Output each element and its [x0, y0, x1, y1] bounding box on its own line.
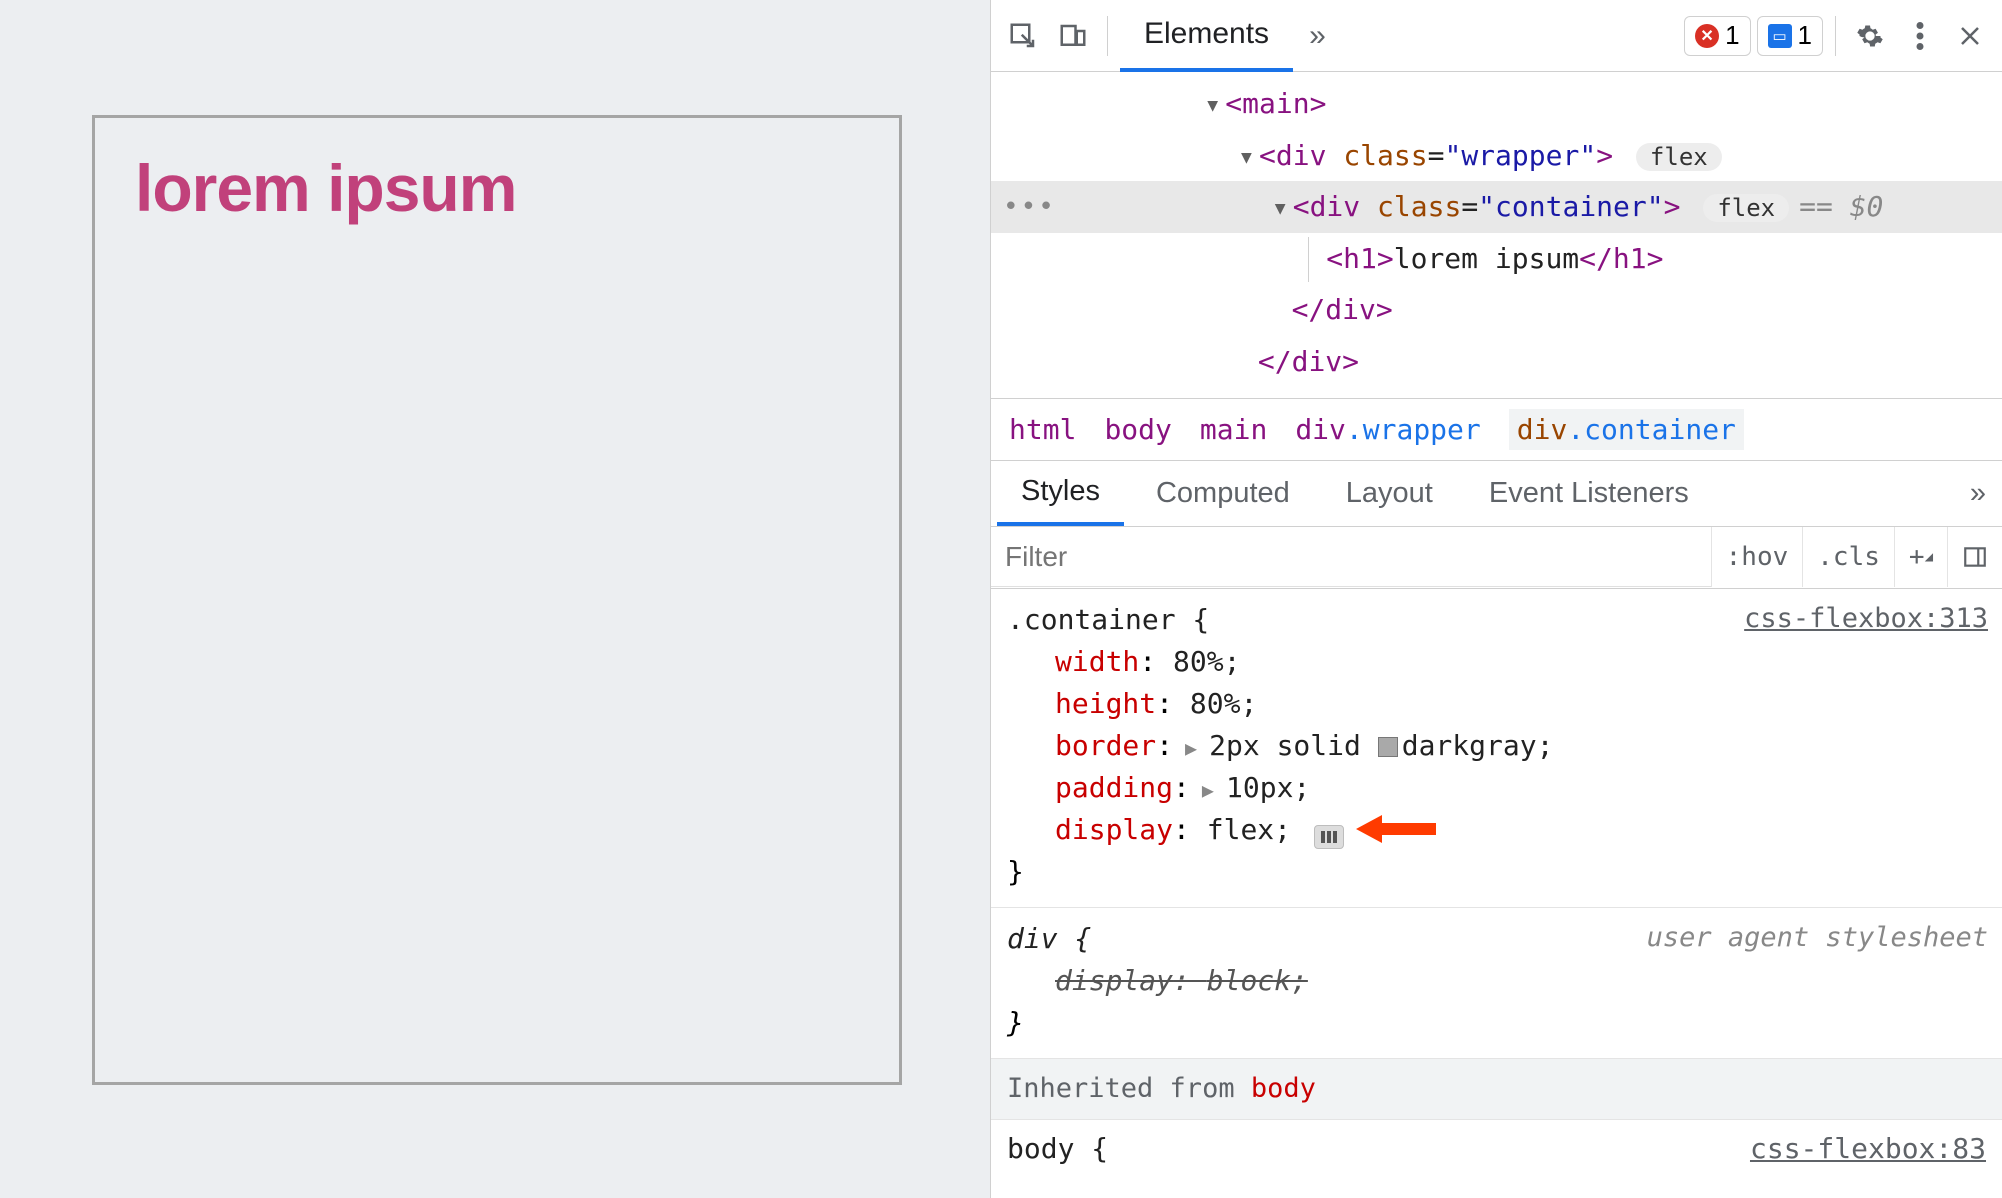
crumb-container[interactable]: div.container [1509, 409, 1744, 450]
dom-node-container[interactable]: ••• ▼<div class="container"> flex== $0 [991, 181, 2002, 233]
page-viewport: lorem ipsum [0, 0, 990, 1198]
crumb-html[interactable]: html [1009, 413, 1076, 446]
dom-close-wrapper[interactable]: </div> [991, 336, 2002, 388]
chevron-right-icon[interactable]: ▶ [1190, 778, 1226, 802]
crumb-main[interactable]: main [1200, 413, 1267, 446]
rule-container[interactable]: .container { css-flexbox:313 width: 80%;… [991, 589, 2002, 908]
message-icon: ▭ [1768, 24, 1792, 48]
rule-body-peek[interactable]: body { css-flexbox:83 [991, 1120, 2002, 1170]
inspect-icon[interactable] [1001, 14, 1045, 58]
device-toggle-icon[interactable] [1051, 14, 1095, 58]
chevron-down-icon[interactable]: ▼ [1275, 194, 1293, 225]
devtools-toolbar: Elements » ✕ 1 ▭ 1 [991, 0, 2002, 72]
more-tabs-icon[interactable]: » [1299, 0, 1336, 72]
ellipsis-icon[interactable]: ••• [1003, 185, 1056, 229]
messages-badge[interactable]: ▭ 1 [1757, 16, 1823, 56]
flex-badge[interactable]: flex [1703, 194, 1789, 222]
decl-display-overridden[interactable]: display: block; [1007, 960, 1986, 1002]
dom-tree[interactable]: ▼<main> ▼<div class="wrapper"> flex ••• … [991, 72, 2002, 398]
rule-close: } [1007, 1002, 1986, 1044]
chevron-down-icon[interactable]: ▼ [1207, 91, 1225, 122]
add-rule-button[interactable]: +◢ [1894, 527, 1947, 587]
inherited-from-band: Inherited from body [991, 1059, 2002, 1121]
flex-badge[interactable]: flex [1636, 143, 1722, 171]
rule-div-ua[interactable]: div { user agent stylesheet display: blo… [991, 908, 2002, 1059]
dom-node-main[interactable]: ▼<main> [991, 78, 2002, 130]
styles-tabbar: Styles Computed Layout Event Listeners » [991, 461, 2002, 527]
messages-count: 1 [1798, 20, 1812, 51]
page-heading: lorem ipsum [135, 150, 859, 226]
rule-close: } [1007, 851, 1986, 893]
decl-border[interactable]: border: ▶ 2px solid darkgray; [1007, 725, 1986, 767]
flex-editor-icon[interactable] [1314, 825, 1344, 849]
errors-count: 1 [1725, 20, 1739, 51]
dom-node-wrapper[interactable]: ▼<div class="wrapper"> flex [991, 130, 2002, 182]
rule-selector[interactable]: body { [1007, 1128, 1108, 1170]
rule-source-link[interactable]: css-flexbox:313 [1744, 599, 1988, 640]
styles-pane: .container { css-flexbox:313 width: 80%;… [991, 589, 2002, 1198]
tab-styles[interactable]: Styles [997, 460, 1124, 526]
tab-computed[interactable]: Computed [1132, 460, 1314, 526]
kebab-icon[interactable] [1898, 14, 1942, 58]
tab-layout[interactable]: Layout [1322, 460, 1457, 526]
decl-width[interactable]: width: 80%; [1007, 641, 1986, 683]
decl-height[interactable]: height: 80%; [1007, 683, 1986, 725]
app-root: lorem ipsum Elements » ✕ 1 ▭ 1 [0, 0, 2002, 1198]
dom-node-h1[interactable]: <h1>lorem ipsum</h1> [991, 233, 2002, 285]
devtools-panel: Elements » ✕ 1 ▭ 1 [990, 0, 2002, 1198]
styles-filter-input[interactable] [991, 527, 1711, 587]
cls-button[interactable]: .cls [1802, 527, 1894, 587]
errors-badge[interactable]: ✕ 1 [1684, 16, 1750, 56]
console-ref: == $0 [1799, 190, 1883, 223]
color-swatch-darkgray[interactable] [1378, 737, 1398, 757]
annotation-arrow-icon [1356, 811, 1436, 847]
hov-button[interactable]: :hov [1711, 527, 1803, 587]
chevron-right-icon[interactable]: ▶ [1173, 736, 1209, 760]
more-tabs-icon[interactable]: » [1960, 460, 1996, 526]
decl-display[interactable]: display: flex; [1007, 809, 1986, 851]
tab-event-listeners[interactable]: Event Listeners [1465, 460, 1713, 526]
close-icon[interactable] [1948, 14, 1992, 58]
separator [1107, 16, 1108, 56]
decl-padding[interactable]: padding: ▶ 10px; [1007, 767, 1986, 809]
styles-filter-row: :hov .cls +◢ [991, 527, 2002, 589]
tab-elements[interactable]: Elements [1120, 0, 1293, 72]
rule-source-link[interactable]: css-flexbox:83 [1750, 1128, 1986, 1170]
gear-icon[interactable] [1848, 14, 1892, 58]
crumb-wrapper[interactable]: div.wrapper [1295, 413, 1480, 446]
separator [1835, 16, 1836, 56]
toggle-sidebar-icon[interactable] [1947, 527, 2002, 587]
crumb-body[interactable]: body [1104, 413, 1171, 446]
container-box: lorem ipsum [92, 115, 902, 1085]
dom-close-container[interactable]: </div> [991, 284, 2002, 336]
chevron-down-icon[interactable]: ▼ [1241, 143, 1259, 174]
rule-source-ua: user agent stylesheet [1647, 918, 1988, 959]
dom-breadcrumbs: html body main div.wrapper div.container [991, 398, 2002, 461]
error-icon: ✕ [1695, 24, 1719, 48]
